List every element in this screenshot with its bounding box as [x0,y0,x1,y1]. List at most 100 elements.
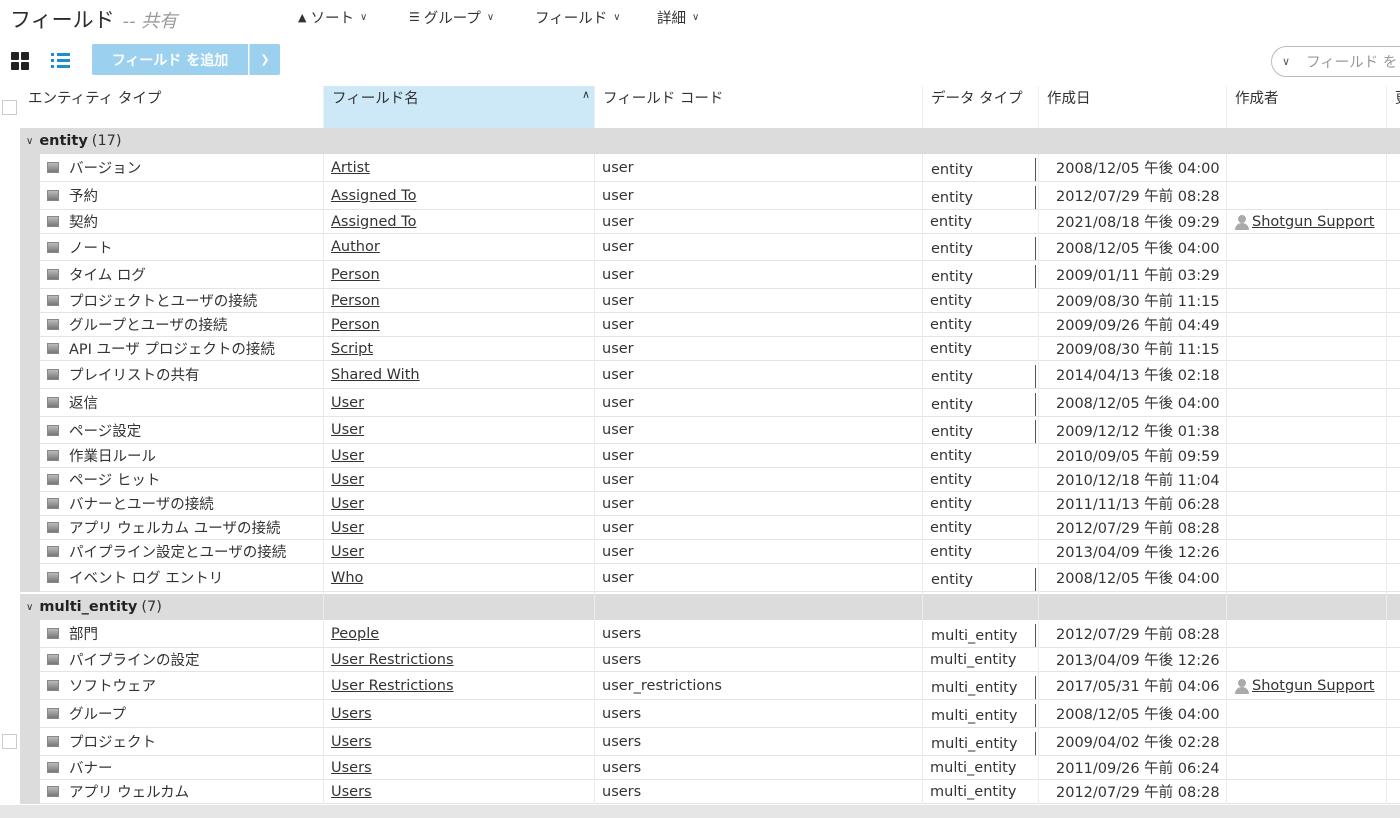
table-row[interactable]: グループとユーザの接続 Person user entity 2009/09/26 午前… [40,313,1400,337]
data-type-cell[interactable]: multi_entity [925,648,1037,671]
field-name-link[interactable]: Assigned To [331,214,416,230]
column-header-creator[interactable]: 作成者 [1227,86,1387,128]
field-name-link[interactable]: User Restrictions [331,652,454,668]
table-row[interactable]: ソフトウェア User Restrictions user_restrictions… [40,672,1400,700]
data-type-cell[interactable]: entity [925,182,1037,209]
data-type-cell[interactable]: entity [925,154,1037,181]
data-type-cell[interactable]: multi_entity [925,700,1037,727]
creator-link[interactable]: Shotgun Support [1252,214,1374,230]
field-name-link[interactable]: Script [331,341,373,357]
group-header[interactable]: ∨ multi_entity (7) [20,594,1400,620]
data-type-cell[interactable]: entity [925,313,1037,336]
table-row[interactable]: グループ Users users multi_entity 2008/12/05 午後 … [40,700,1400,728]
field-name-link[interactable]: Artist [331,160,370,176]
column-header-field-code[interactable]: フィールド コード [595,86,923,128]
data-type-cell[interactable]: entity [925,337,1037,360]
data-type-cell[interactable]: multi_entity [925,728,1037,755]
field-name-link[interactable]: User [331,520,364,536]
field-name-link[interactable]: User Restrictions [331,678,454,694]
list-view-icon[interactable] [51,52,70,69]
field-name-link[interactable]: Person [331,293,380,309]
field-name-link[interactable]: Author [331,239,380,255]
column-header-data-type[interactable]: データ タイプ [923,86,1039,128]
table-row[interactable]: ページ設定 User user entity 2009/12/12 午後 01:38 [40,417,1400,444]
field-name-link[interactable]: User [331,395,364,411]
group-menu[interactable]: ☰ グループ ∨ [409,0,494,34]
data-type-cell[interactable]: entity [925,234,1037,260]
column-header-more[interactable]: 更 [1387,86,1400,128]
column-header-created[interactable]: 作成日 [1039,86,1227,128]
table-row[interactable]: バージョン Artist user entity 2008/12/05 午後 04:00 [40,154,1400,182]
data-type-cell[interactable]: entity [925,389,1037,416]
table-row[interactable]: ページ ヒット User user entity 2010/12/18 午前 11:04 [40,468,1400,492]
column-header-field-name[interactable]: フィールド名 ∧ [324,86,595,128]
table-row[interactable]: 返信 User user entity 2008/12/05 午後 04:00 [40,389,1400,417]
data-type-cell[interactable]: entity [925,564,1037,591]
table-row[interactable]: 契約 Assigned To user entity 2021/08/18 午後 09:… [40,210,1400,234]
data-type-cell[interactable]: entity [925,516,1037,539]
data-type-cell[interactable]: multi_entity [925,780,1037,803]
table-row[interactable]: プロジェクト Users users multi_entity 2009/04/02 午… [40,728,1400,756]
table-row[interactable]: バナーとユーザの接続 User user entity 2011/11/13 午前 06… [40,492,1400,516]
grid-view-icon[interactable] [11,52,29,70]
data-type-cell[interactable]: entity [925,261,1037,288]
field-name-link[interactable]: Person [331,267,380,283]
data-type-cell[interactable]: entity [925,444,1037,467]
table-row[interactable]: プロジェクトとユーザの接続 Person user entity 2009/08/30 … [40,289,1400,313]
data-type-cell[interactable]: entity [925,417,1037,443]
column-header-entity-type[interactable]: エンティティ タイプ [20,86,324,128]
field-name-link[interactable]: User [331,448,364,464]
field-name-link[interactable]: User [331,472,364,488]
horizontal-scrollbar[interactable] [0,805,1400,818]
field-name-link[interactable]: Users [331,784,372,800]
data-type-cell[interactable]: entity [925,361,1037,388]
table-row[interactable]: 作業日ルール User user entity 2010/09/05 午前 09:59 [40,444,1400,468]
field-name-link[interactable]: Users [331,760,372,776]
field-name-link[interactable]: User [331,544,364,560]
chevron-down-icon[interactable]: ∨ [26,136,33,147]
field-name-link[interactable]: People [331,626,379,642]
field-name-link[interactable]: Shared With [331,367,420,383]
data-type-cell[interactable]: entity [925,210,1037,233]
data-type-cell[interactable]: entity [925,468,1037,491]
field-name-link[interactable]: Users [331,734,372,750]
data-type-cell[interactable]: multi_entity [925,756,1037,779]
fields-menu[interactable]: フィールド ∨ [535,0,621,34]
entity-type-cell: ノート [47,234,325,260]
sort-menu[interactable]: ▲ ソート ∨ [298,0,367,34]
data-type-cell[interactable]: entity [925,289,1037,312]
chevron-down-icon[interactable]: ∨ [26,602,33,613]
creator-link[interactable]: Shotgun Support [1252,678,1374,694]
data-type-cell[interactable]: entity [925,492,1037,515]
row-checkbox[interactable] [2,734,17,749]
field-name-link[interactable]: Who [331,570,363,586]
field-name-cell: User [331,417,595,443]
search-input[interactable]: ∨ フィールド を [1271,46,1400,77]
table-row[interactable]: パイプライン設定とユーザの接続 User user entity 2013/04/09 … [40,540,1400,564]
field-name-link[interactable]: Assigned To [331,188,416,204]
table-row[interactable]: 部門 People users multi_entity 2012/07/29 午前 0… [40,620,1400,648]
chevron-down-icon[interactable]: ∨ [1282,55,1290,68]
group-header[interactable]: ∨ entity (17) [20,128,1400,154]
details-menu[interactable]: 詳細 ∨ [657,0,699,34]
table-row[interactable]: 予約 Assigned To user entity 2012/07/29 午前 08:… [40,182,1400,210]
table-row[interactable]: バナー Users users multi_entity 2011/09/26 午前 0… [40,756,1400,780]
data-type-cell[interactable]: entity [925,540,1037,563]
table-row[interactable]: プレイリストの共有 Shared With user entity 2014/04/13… [40,361,1400,389]
table-row[interactable]: タイム ログ Person user entity 2009/01/11 午前 03:2… [40,261,1400,289]
data-type-cell[interactable]: multi_entity [925,620,1037,647]
table-row[interactable]: パイプラインの設定 User Restrictions users multi_ent… [40,648,1400,672]
table-row[interactable]: API ユーザ プロジェクトの接続 Script user entity 2009/08… [40,337,1400,361]
table-row[interactable]: アプリ ウェルカム ユーザの接続 User user entity 2012/07/29… [40,516,1400,540]
field-name-link[interactable]: Person [331,317,380,333]
add-field-dropdown-button[interactable]: ❯ [249,44,280,75]
field-name-link[interactable]: Users [331,706,372,722]
table-row[interactable]: アプリ ウェルカム Users users multi_entity 2012/07/2… [40,780,1400,804]
table-row[interactable]: イベント ログ エントリ Who user entity 2008/12/05 午後 0… [40,564,1400,592]
field-name-link[interactable]: User [331,496,364,512]
add-field-button[interactable]: フィールド を追加 [92,44,248,75]
field-name-link[interactable]: User [331,422,364,438]
data-type-cell[interactable]: multi_entity [925,672,1037,699]
select-all-checkbox[interactable] [2,100,17,115]
table-row[interactable]: ノート Author user entity 2008/12/05 午後 04:00 [40,234,1400,261]
